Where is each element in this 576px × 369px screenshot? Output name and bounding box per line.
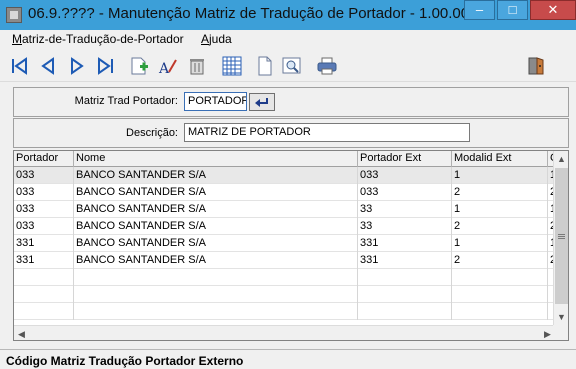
column-header-modalid-ext[interactable]: Modalid Ext [452, 151, 548, 167]
add-icon [131, 57, 148, 75]
cell-portador-ext: 331 [358, 252, 452, 269]
exit-button[interactable] [525, 55, 547, 77]
cell-modalid-ext: 2 [452, 218, 548, 235]
cell-portador: 331 [14, 252, 74, 269]
print-button[interactable] [316, 55, 338, 77]
cell-portador-ext: 033 [358, 184, 452, 201]
next-record-button[interactable] [65, 55, 87, 77]
cell-nome: BANCO SANTANDER S/A [74, 184, 358, 201]
cell-nome: BANCO SANTANDER S/A [74, 201, 358, 218]
horizontal-scroll-track[interactable] [30, 327, 539, 340]
cell-portador: 331 [14, 235, 74, 252]
table-row[interactable]: 331 BANCO SANTANDER S/A 331 1 1 [14, 235, 555, 252]
app-icon [6, 7, 22, 23]
first-record-button[interactable] [9, 55, 31, 77]
cell-modalid-ext: 1 [452, 167, 548, 184]
edit-icon: A [158, 59, 177, 76]
cell-portador-ext: 33 [358, 218, 452, 235]
menu-bar: Matriz-de-Tradução-de-Portador Ajuda [0, 30, 576, 48]
svg-text:A: A [158, 61, 170, 76]
cell-modalid-ext: 2 [452, 252, 548, 269]
toolbar: A [0, 50, 576, 82]
menu-matriz[interactable]: Matriz-de-Tradução-de-Portador [12, 32, 184, 46]
column-header-nome[interactable]: Nome [74, 151, 358, 167]
grid-view-button[interactable] [221, 55, 243, 77]
print-icon [317, 57, 337, 75]
descricao-label: Descrição: [126, 127, 178, 139]
empty-row [14, 303, 555, 320]
grid-header: Portador Nome Portador Ext Modalid Ext C [14, 151, 555, 167]
vertical-scroll-thumb[interactable] [555, 168, 568, 304]
records-grid[interactable]: Portador Nome Portador Ext Modalid Ext C… [13, 150, 569, 341]
previous-icon [41, 57, 54, 75]
cell-portador-ext: 331 [358, 235, 452, 252]
menu-ajuda[interactable]: Ajuda [201, 32, 232, 46]
enter-icon [255, 98, 268, 107]
cell-portador: 033 [14, 184, 74, 201]
edit-record-button[interactable]: A [157, 55, 179, 77]
cell-nome: BANCO SANTANDER S/A [74, 235, 358, 252]
table-row[interactable]: 033 BANCO SANTANDER S/A 33 1 1 [14, 201, 555, 218]
table-row[interactable]: 033 BANCO SANTANDER S/A 33 2 2 [14, 218, 555, 235]
menu-ajuda-label: juda [209, 32, 232, 46]
empty-row [14, 269, 555, 286]
cell-nome: BANCO SANTANDER S/A [74, 252, 358, 269]
column-header-portador-ext[interactable]: Portador Ext [358, 151, 452, 167]
preview-button[interactable] [281, 55, 303, 77]
cell-modalid-ext: 1 [452, 235, 548, 252]
scroll-corner [553, 325, 568, 340]
title-bar: 06.9.???? - Manutenção Matriz de Traduçã… [0, 0, 576, 30]
table-row[interactable]: 033 BANCO SANTANDER S/A 033 1 1 [14, 167, 555, 184]
matriz-panel: Matriz Trad Portador: PORTADOF [13, 87, 569, 117]
document-icon [258, 56, 272, 76]
maximize-button[interactable]: □ [497, 0, 528, 20]
menu-matriz-label: atriz-de-Tradução-de-Portador [22, 32, 184, 46]
grid-icon [222, 56, 242, 76]
close-button[interactable]: ✕ [530, 0, 576, 20]
descricao-input[interactable]: MATRIZ DE PORTADOR [184, 123, 470, 142]
horizontal-scrollbar[interactable]: ◀ ▶ [14, 325, 555, 340]
window-controls: – □ ✕ [462, 0, 576, 22]
cell-portador: 033 [14, 167, 74, 184]
delete-icon [190, 59, 204, 75]
scroll-left-arrow-icon[interactable]: ◀ [14, 326, 29, 340]
cell-nome: BANCO SANTANDER S/A [74, 218, 358, 235]
status-bar: Código Matriz Tradução Portador Externo [0, 349, 576, 369]
cell-nome: BANCO SANTANDER S/A [74, 167, 358, 184]
empty-row [14, 286, 555, 303]
cell-modalid-ext: 2 [452, 184, 548, 201]
column-header-portador[interactable]: Portador [14, 151, 74, 167]
scroll-down-arrow-icon[interactable]: ▼ [554, 309, 568, 325]
window-title: 06.9.???? - Manutenção Matriz de Traduçã… [28, 5, 480, 22]
preview-icon [282, 57, 301, 74]
matriz-input[interactable]: PORTADOF [184, 92, 247, 111]
cell-portador: 033 [14, 201, 74, 218]
previous-record-button[interactable] [38, 55, 60, 77]
next-icon [71, 57, 84, 75]
matriz-label: Matriz Trad Portador: [74, 95, 178, 107]
delete-record-button[interactable] [186, 55, 208, 77]
menu-matriz-accel: M [12, 32, 22, 46]
table-row[interactable]: 331 BANCO SANTANDER S/A 331 2 2 [14, 252, 555, 269]
minimize-button[interactable]: – [464, 0, 495, 20]
cell-portador-ext: 033 [358, 167, 452, 184]
add-record-button[interactable] [128, 55, 150, 77]
scroll-up-arrow-icon[interactable]: ▲ [554, 151, 568, 167]
first-icon [12, 57, 27, 75]
cell-portador-ext: 33 [358, 201, 452, 218]
last-record-button[interactable] [94, 55, 116, 77]
menu-ajuda-accel: A [201, 32, 210, 46]
vertical-scrollbar[interactable]: ▲ ▼ [553, 151, 568, 325]
document-button[interactable] [254, 55, 276, 77]
table-row[interactable]: 033 BANCO SANTANDER S/A 033 2 2 [14, 184, 555, 201]
status-text: Código Matriz Tradução Portador Externo [6, 354, 244, 368]
cell-modalid-ext: 1 [452, 201, 548, 218]
descricao-panel: Descrição: MATRIZ DE PORTADOR [13, 118, 569, 148]
cell-portador: 033 [14, 218, 74, 235]
enter-button[interactable] [249, 93, 275, 111]
last-icon [98, 57, 113, 75]
exit-icon [528, 57, 544, 75]
